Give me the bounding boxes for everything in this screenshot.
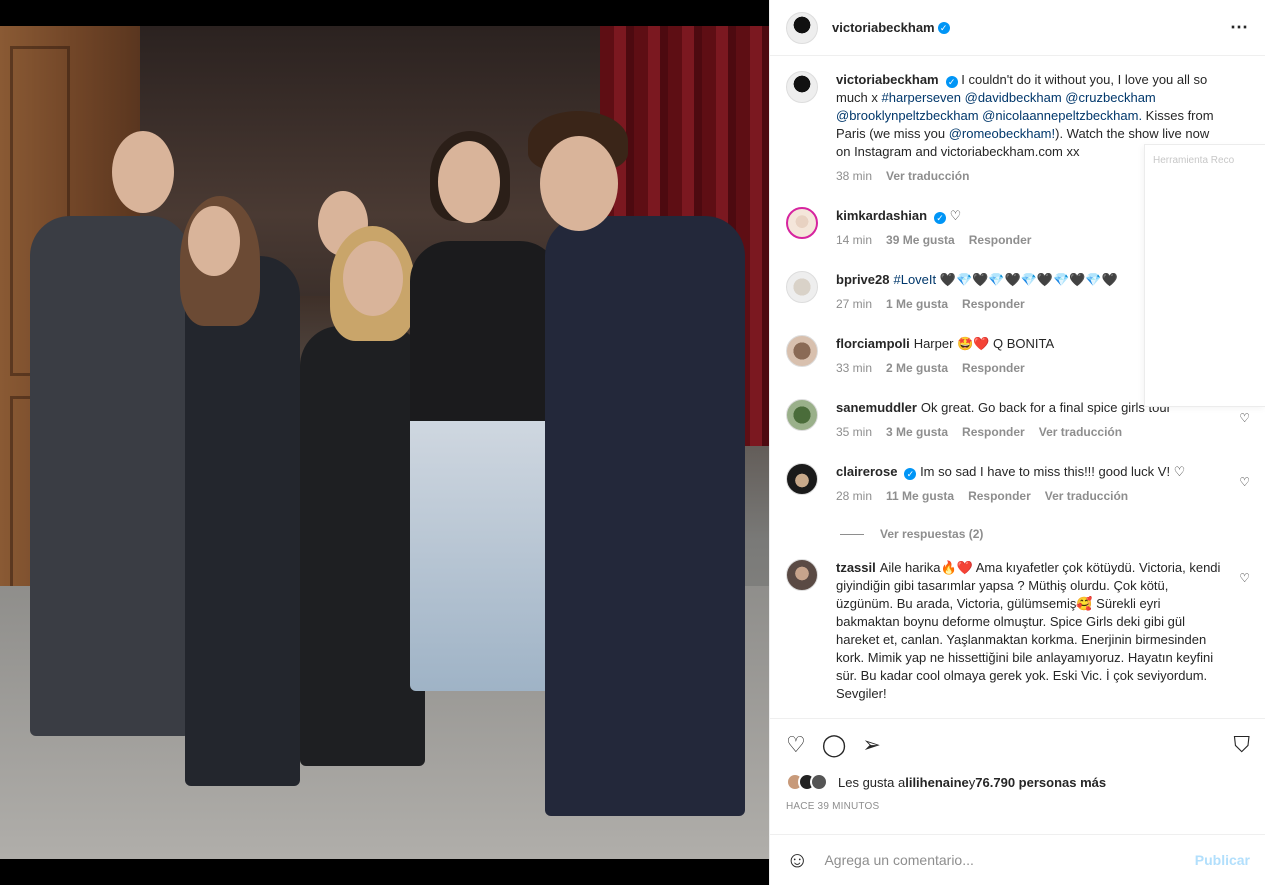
verified-badge-icon: ✓ — [904, 468, 917, 480]
comment-likes[interactable]: 3 Me gusta — [886, 425, 948, 439]
comment-avatar[interactable] — [786, 399, 818, 431]
person-victoria — [185, 256, 300, 786]
person-david — [30, 216, 190, 736]
likes-count[interactable]: 76.790 personas más — [975, 775, 1106, 790]
view-replies[interactable]: Ver respuestas (2) — [840, 527, 1250, 541]
comment-avatar[interactable] — [786, 463, 818, 495]
caption-tags[interactable]: #harperseven @davidbeckham @cruzbeckham … — [836, 90, 1156, 123]
publish-button[interactable]: Publicar — [1195, 852, 1250, 868]
reply-link[interactable]: Responder — [962, 361, 1025, 375]
more-options-icon[interactable]: ⋯ — [1230, 17, 1249, 38]
share-icon[interactable]: ➢ — [862, 732, 880, 758]
likes-summary: Les gusta a lilihenaine y 76.790 persona… — [786, 773, 1250, 791]
emoji-icon[interactable]: ☺ — [786, 847, 808, 873]
reply-link[interactable]: Responder — [962, 425, 1025, 439]
comment-time: 35 min — [836, 425, 873, 439]
reply-link[interactable]: Responder — [968, 489, 1031, 503]
view-replies-label[interactable]: Ver respuestas (2) — [880, 527, 983, 541]
verified-badge-icon: ✓ — [934, 212, 947, 224]
comment-username[interactable]: florciampoli — [836, 336, 910, 351]
comment: clairerose ✓ Im so sad I have to miss thi… — [786, 463, 1250, 503]
translate-link[interactable]: Ver traducción — [1039, 425, 1122, 439]
post-time: HACE 39 MINUTOS — [786, 801, 880, 812]
comment-text: Harper 🤩❤️ Q BONITA — [913, 336, 1055, 351]
comment-avatar[interactable] — [786, 335, 818, 367]
person-head — [112, 131, 174, 213]
post-sidebar: victoriabeckham ✓ ⋯ victoriabeckham ✓ I c… — [769, 0, 1265, 885]
reply-link[interactable]: Responder — [962, 297, 1025, 311]
comment-text: 🖤💎🖤💎🖤💎🖤💎🖤💎🖤 — [936, 272, 1118, 287]
translate-link[interactable]: Ver traducción — [886, 169, 969, 183]
person-nicola — [410, 241, 560, 691]
comment-time: 28 min — [836, 489, 873, 503]
comment-time: 14 min — [836, 233, 873, 247]
comment-likes[interactable]: 1 Me gusta — [886, 297, 948, 311]
comment-avatar[interactable] — [786, 559, 818, 591]
verified-badge-icon: ✓ — [937, 21, 950, 34]
post-photo[interactable] — [0, 26, 769, 859]
comment-like-icon[interactable]: ♡ — [1239, 571, 1250, 585]
person-head — [540, 136, 618, 231]
person-head — [438, 141, 500, 223]
comment-username[interactable]: tzassil — [836, 560, 876, 575]
comment-time: 33 min — [836, 361, 873, 375]
comment-username[interactable]: kimkardashian — [836, 208, 927, 223]
comment-username[interactable]: sanemuddler — [836, 400, 917, 415]
comment-username[interactable]: bprive28 — [836, 272, 889, 287]
save-icon[interactable]: ⛉ — [1233, 732, 1250, 758]
translate-link[interactable]: Ver traducción — [1045, 489, 1128, 503]
comments-list[interactable]: victoriabeckham ✓ I couldn't do it withou… — [770, 57, 1265, 717]
comment: tzassil Aile harika🔥❤️ Ama kıyafetler çok… — [786, 559, 1250, 703]
comment-avatar[interactable] — [786, 271, 818, 303]
likes-prefix: Les gusta a — [838, 774, 906, 790]
verified-badge-icon: ✓ — [945, 76, 958, 88]
comment-username[interactable]: clairerose — [836, 464, 897, 479]
instagram-post-modal: victoriabeckham ✓ ⋯ victoriabeckham ✓ I c… — [0, 0, 1265, 885]
caption-username[interactable]: victoriabeckham — [836, 72, 939, 87]
caption-time: 38 min — [836, 169, 873, 183]
comment-tag[interactable]: #LoveIt — [893, 272, 936, 287]
person-head — [188, 206, 240, 276]
comment-icon[interactable]: ◯ — [822, 732, 847, 758]
liker-username[interactable]: lilihenaine — [905, 775, 969, 790]
comment-text: ♡ — [949, 208, 962, 223]
add-comment-bar: ☺ Publicar — [770, 834, 1265, 885]
comment-text: Ok great. Go back for a final spice girl… — [920, 400, 1171, 415]
post-actions: ♡ ◯ ➢ ⛉ Les gusta a lilihenaine y 76.790… — [770, 718, 1265, 812]
comment-text: Aile harika🔥❤️ Ama kıyafetler çok kötüyd… — [836, 560, 1221, 701]
comment-text: Im so sad I have to miss this!!! good lu… — [920, 464, 1186, 479]
author-avatar[interactable] — [786, 11, 818, 44]
person-brooklyn — [545, 216, 745, 816]
person-head — [343, 241, 403, 316]
caption-mention[interactable]: @romeobeckham! — [949, 126, 1055, 141]
comment-likes[interactable]: 39 Me gusta — [886, 233, 955, 247]
replies-divider — [840, 533, 864, 535]
caption-avatar[interactable] — [786, 71, 818, 103]
comment-likes[interactable]: 11 Me gusta — [886, 489, 954, 503]
comment-likes[interactable]: 2 Me gusta — [886, 361, 948, 375]
post-header: victoriabeckham ✓ ⋯ — [770, 0, 1265, 56]
comment-time: 27 min — [836, 297, 873, 311]
tool-popup: Herramienta Reco — [1144, 144, 1265, 407]
liker-avatars — [786, 773, 828, 791]
comment-input[interactable] — [824, 852, 1195, 868]
like-icon[interactable]: ♡ — [786, 732, 806, 758]
person-harper — [300, 326, 425, 766]
reply-link[interactable]: Responder — [969, 233, 1032, 247]
comment-like-icon[interactable]: ♡ — [1239, 475, 1250, 489]
author-username[interactable]: victoriabeckham — [832, 20, 935, 35]
comment-like-icon[interactable]: ♡ — [1239, 411, 1250, 425]
comment-avatar[interactable] — [786, 207, 818, 239]
